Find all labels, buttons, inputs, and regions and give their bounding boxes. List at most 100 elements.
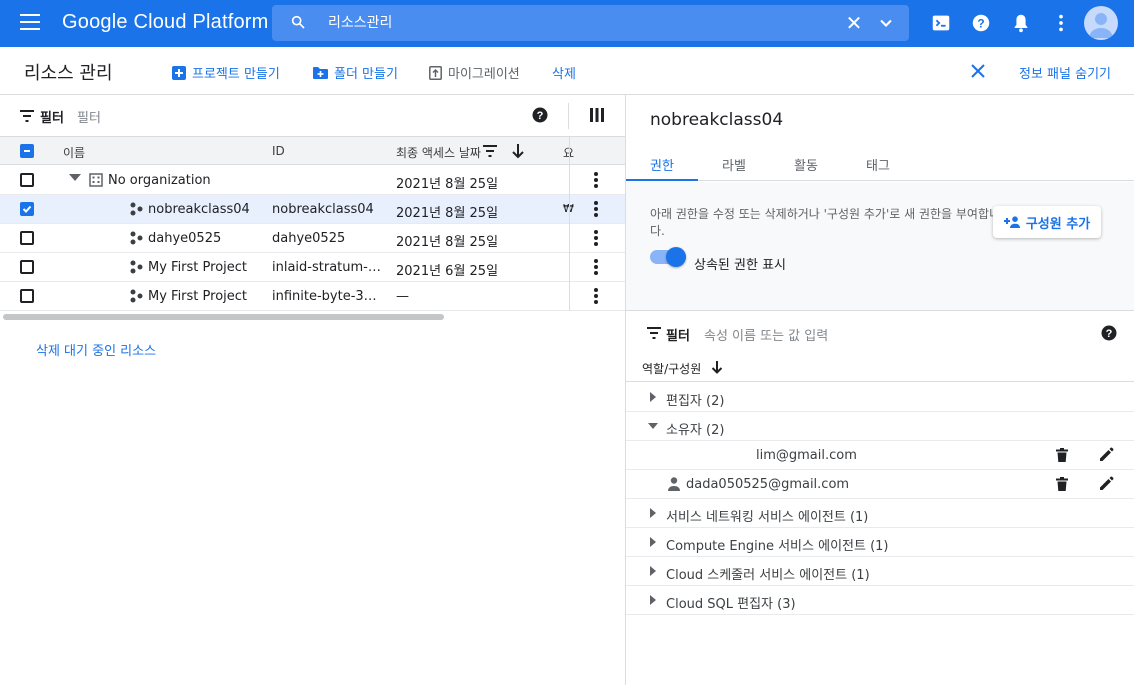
role-row-cloud-scheduler[interactable]: Cloud 스케줄러 서비스 에이전트 (1): [626, 557, 1134, 586]
brand-logo[interactable]: Google Cloud Platform: [62, 11, 269, 34]
more-vert-icon[interactable]: [1050, 12, 1072, 34]
role-label: Cloud SQL 편집자 (3): [666, 597, 796, 612]
role-row-compute-engine[interactable]: Compute Engine 서비스 에이전트 (1): [626, 528, 1134, 557]
member-row[interactable]: lim@gmail.com: [626, 441, 1134, 470]
migration-button[interactable]: 마이그레이션: [429, 63, 520, 82]
hide-info-panel-button[interactable]: 정보 패널 숨기기: [1019, 63, 1111, 82]
delete-icon[interactable]: [1056, 477, 1068, 491]
help-icon[interactable]: ?: [1101, 325, 1117, 341]
row-date: —: [396, 289, 409, 304]
table-row[interactable]: No organization 2021년 8월 25일: [0, 166, 625, 195]
tab-labels[interactable]: 라벨: [722, 155, 746, 174]
horizontal-scrollbar[interactable]: [3, 314, 444, 320]
help-icon[interactable]: ?: [532, 107, 548, 123]
clear-icon[interactable]: ✕: [844, 13, 864, 33]
filter-icon: [20, 110, 34, 122]
role-row-cloud-sql[interactable]: Cloud SQL 편집자 (3): [626, 586, 1134, 615]
table-row[interactable]: dahye0525 dahye0525 2021년 8월 25일: [0, 224, 625, 253]
more-vert-icon[interactable]: [594, 230, 598, 246]
expand-arrow-icon[interactable]: [650, 537, 656, 547]
menu-icon[interactable]: [20, 14, 40, 30]
row-checkbox[interactable]: [20, 260, 34, 274]
row-checkbox[interactable]: [20, 231, 34, 245]
expand-arrow-icon[interactable]: [650, 595, 656, 605]
more-vert-icon[interactable]: [594, 288, 598, 304]
indeterminate-icon: [24, 150, 30, 152]
cloud-shell-icon[interactable]: [930, 12, 952, 34]
edit-icon[interactable]: [1098, 447, 1114, 463]
row-date: 2021년 6월 25일: [396, 264, 499, 279]
table-row[interactable]: My First Project inlaid-stratum-… 2021년 …: [0, 253, 625, 282]
table-row[interactable]: nobreakclass04 nobreakclass04 2021년 8월 2…: [0, 195, 625, 224]
more-vert-icon[interactable]: [594, 201, 598, 217]
avatar[interactable]: [1084, 6, 1118, 40]
role-label: Compute Engine 서비스 에이전트 (1): [666, 539, 889, 554]
pending-deletion-link[interactable]: 삭제 대기 중인 리소스: [36, 340, 156, 359]
role-row-service-networking[interactable]: 서비스 네트워킹 서비스 에이전트 (1): [626, 499, 1134, 528]
column-display-icon[interactable]: [590, 108, 604, 122]
chevron-down-icon[interactable]: [876, 13, 896, 33]
row-id: infinite-byte-3…: [272, 289, 377, 304]
search-icon: [291, 15, 305, 29]
row-id: dahye0525: [272, 231, 346, 246]
role-row-owner[interactable]: 소유자 (2): [626, 412, 1134, 441]
expand-triangle-icon[interactable]: [69, 174, 81, 181]
add-member-button[interactable]: 구성원 추가: [993, 206, 1101, 238]
search-box[interactable]: ✕: [272, 5, 909, 41]
row-name[interactable]: My First Project: [148, 260, 247, 275]
more-vert-icon[interactable]: [594, 172, 598, 188]
expand-arrow-icon[interactable]: [650, 508, 656, 518]
more-vert-icon[interactable]: [594, 259, 598, 275]
bell-icon[interactable]: [1010, 12, 1032, 34]
create-project-button[interactable]: 프로젝트 만들기: [172, 63, 280, 82]
inherited-permissions-toggle[interactable]: [650, 247, 686, 267]
row-name[interactable]: nobreakclass04: [148, 202, 250, 217]
sort-arrow-down-icon[interactable]: [711, 360, 723, 374]
tab-tags[interactable]: 태그: [866, 155, 890, 174]
tab-activity[interactable]: 활동: [794, 155, 818, 174]
delete-button[interactable]: 삭제: [552, 63, 576, 82]
active-tab-indicator: [626, 179, 698, 181]
tab-permissions[interactable]: 권한: [650, 155, 674, 174]
permission-filter-input[interactable]: 속성 이름 또는 값 입력: [704, 325, 828, 344]
row-id: inlaid-stratum-…: [272, 260, 381, 275]
role-label: 소유자 (2): [666, 423, 725, 438]
edit-icon[interactable]: [1098, 476, 1114, 492]
app-bar: Google Cloud Platform ✕ ?: [0, 0, 1134, 47]
row-checkbox[interactable]: [20, 173, 34, 187]
row-name[interactable]: dahye0525: [148, 231, 221, 246]
expand-arrow-icon[interactable]: [650, 392, 656, 402]
table-row[interactable]: My First Project infinite-byte-3… —: [0, 282, 625, 311]
select-all-checkbox[interactable]: [20, 144, 34, 158]
role-member-column[interactable]: 역할/구성원: [642, 360, 701, 377]
column-name[interactable]: 이름: [63, 144, 85, 161]
sort-arrow-down-icon[interactable]: [512, 143, 524, 159]
person-icon: [668, 477, 680, 491]
help-icon[interactable]: ?: [970, 12, 992, 34]
filter-input[interactable]: 필터: [77, 107, 101, 126]
filter-label: 필터: [40, 111, 64, 126]
row-checkbox[interactable]: [20, 289, 34, 303]
filter-icon: [647, 327, 661, 339]
member-row[interactable]: dada050525@gmail.com: [626, 470, 1134, 499]
filter-icon[interactable]: [483, 145, 497, 157]
search-input[interactable]: [328, 11, 808, 33]
row-name[interactable]: My First Project: [148, 289, 247, 304]
inherited-toggle-label: 상속된 권한 표시: [694, 258, 786, 273]
row-name[interactable]: No organization: [108, 173, 211, 188]
page-toolbar: 리소스 관리 프로젝트 만들기 폴더 만들기 마이그레이션 삭제 정보 패널 숨…: [0, 47, 1134, 95]
column-id[interactable]: ID: [272, 144, 285, 158]
page-title: 리소스 관리: [24, 63, 113, 84]
row-date: 2021년 8월 25일: [396, 235, 499, 250]
create-folder-button[interactable]: 폴더 만들기: [313, 63, 398, 82]
expand-arrow-icon[interactable]: [650, 566, 656, 576]
collapse-arrow-icon[interactable]: [648, 423, 658, 429]
row-checkbox[interactable]: [20, 202, 34, 216]
column-last-access[interactable]: 최종 액세스 날짜: [396, 144, 481, 161]
divider: [569, 137, 570, 311]
close-icon[interactable]: [968, 61, 988, 81]
role-row-editor[interactable]: 편집자 (2): [626, 383, 1134, 412]
role-label: 편집자 (2): [666, 394, 725, 409]
role-table-header: 역할/구성원: [626, 354, 1134, 382]
delete-icon[interactable]: [1056, 448, 1068, 462]
